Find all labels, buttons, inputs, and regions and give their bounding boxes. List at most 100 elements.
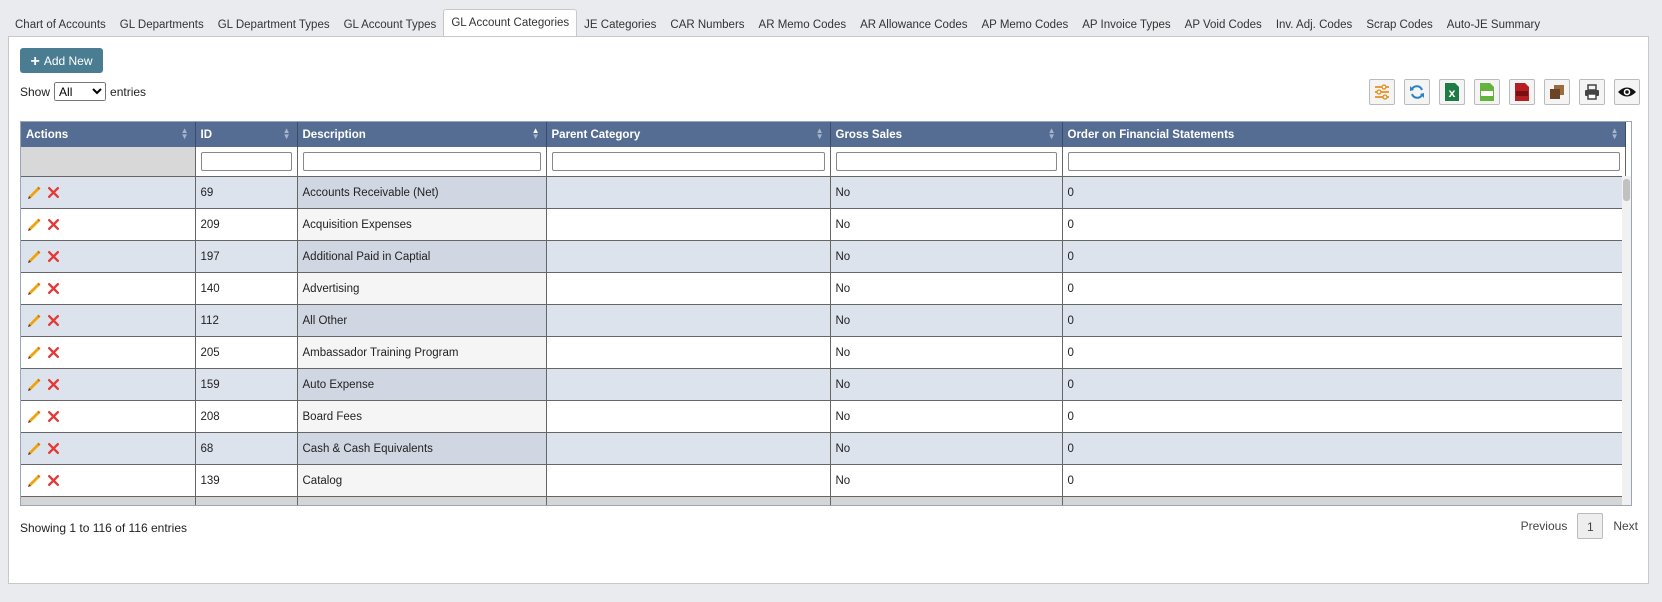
tab-chart-of-accounts[interactable]: Chart of Accounts — [8, 12, 113, 36]
gross-sales-cell: No — [830, 176, 1063, 209]
edit-pencil-icon[interactable] — [26, 441, 42, 457]
tab-inv-adj-codes[interactable]: Inv. Adj. Codes — [1269, 12, 1360, 36]
tab-ap-invoice-types[interactable]: AP Invoice Types — [1075, 12, 1177, 36]
edit-pencil-icon[interactable] — [26, 281, 42, 297]
tab-je-categories[interactable]: JE Categories — [577, 12, 663, 36]
actions-cell — [21, 176, 196, 209]
tab-bar: Chart of Accounts GL Departments GL Depart… — [8, 9, 1547, 37]
print-icon — [1585, 84, 1599, 100]
tab-scrap-codes[interactable]: Scrap Codes — [1359, 12, 1439, 36]
delete-icon[interactable] — [47, 186, 60, 199]
order-cell: 0 — [1062, 176, 1626, 209]
order-cell: 0 — [1062, 368, 1626, 401]
vertical-scrollbar[interactable] — [1622, 176, 1631, 505]
delete-icon[interactable] — [47, 250, 60, 263]
delete-icon[interactable] — [47, 218, 60, 231]
table-row: 69 Accounts Receivable (Net) No 0 — [21, 176, 1626, 209]
parent-category-cell — [546, 432, 831, 465]
table-row-partial — [21, 496, 1626, 505]
column-header-gross-sales[interactable]: Gross Sales ▲ ▼ — [830, 122, 1063, 147]
delete-icon[interactable] — [47, 474, 60, 487]
scrollbar-thumb[interactable] — [1623, 179, 1630, 201]
edit-pencil-icon[interactable] — [26, 473, 42, 489]
parent-category-cell — [546, 272, 831, 305]
tab-gl-account-categories[interactable]: GL Account Categories — [443, 9, 578, 37]
edit-pencil-icon[interactable] — [26, 185, 42, 201]
column-header-actions[interactable]: Actions ▲ ▼ — [21, 122, 196, 147]
delete-icon[interactable] — [47, 314, 60, 327]
filter-cell-order — [1062, 147, 1626, 177]
show-label: Show — [20, 84, 51, 99]
tab-ar-allowance-codes[interactable]: AR Allowance Codes — [853, 12, 974, 36]
tab-gl-account-types[interactable]: GL Account Types — [337, 12, 444, 36]
filter-id-input[interactable] — [200, 152, 292, 171]
column-header-parent-category[interactable]: Parent Category ▲ ▼ — [546, 122, 831, 147]
visibility-button[interactable] — [1614, 79, 1640, 105]
table-row: 209 Acquisition Expenses No 0 — [21, 208, 1626, 241]
filter-cell-gross-sales — [830, 147, 1063, 177]
filter-row — [21, 147, 1626, 177]
page-length-control: Show All entries — [20, 82, 146, 101]
edit-pencil-icon[interactable] — [26, 249, 42, 265]
actions-cell — [21, 336, 196, 369]
delete-icon[interactable] — [47, 282, 60, 295]
refresh-icon — [1410, 85, 1424, 99]
previous-page-button[interactable]: Previous — [1521, 519, 1568, 533]
id-cell: 140 — [195, 272, 298, 305]
filter-description-input[interactable] — [302, 152, 541, 171]
order-cell: 0 — [1062, 304, 1626, 337]
csv-export-button[interactable] — [1474, 79, 1500, 105]
edit-pencil-icon[interactable] — [26, 377, 42, 393]
filter-cell-description — [297, 147, 547, 177]
tab-gl-departments[interactable]: GL Departments — [113, 12, 211, 36]
sort-ascending-icon: ▲ ▼ — [531, 126, 540, 141]
tab-ap-memo-codes[interactable]: AP Memo Codes — [975, 12, 1076, 36]
edit-pencil-icon[interactable] — [26, 345, 42, 361]
description-cell: Auto Expense — [297, 368, 547, 401]
excel-export-button[interactable]: X — [1439, 79, 1465, 105]
sort-icon: ▲ ▼ — [815, 126, 824, 141]
edit-pencil-icon[interactable] — [26, 409, 42, 425]
page-length-select[interactable]: All — [54, 82, 107, 101]
gross-sales-cell: No — [830, 400, 1063, 433]
table-row: 68 Cash & Cash Equivalents No 0 — [21, 432, 1626, 465]
filter-order-input[interactable] — [1067, 152, 1620, 171]
delete-icon[interactable] — [47, 378, 60, 391]
parent-category-cell — [546, 368, 831, 401]
tab-ap-void-codes[interactable]: AP Void Codes — [1178, 12, 1269, 36]
delete-icon[interactable] — [47, 442, 60, 455]
delete-icon[interactable] — [47, 410, 60, 423]
tab-car-numbers[interactable]: CAR Numbers — [663, 12, 751, 36]
delete-icon[interactable] — [47, 346, 60, 359]
page-number-button[interactable]: 1 — [1577, 513, 1604, 539]
column-header-order[interactable]: Order on Financial Statements ▲ ▼ — [1062, 122, 1626, 147]
edit-pencil-icon[interactable] — [26, 313, 42, 329]
id-cell: 197 — [195, 240, 298, 273]
refresh-button[interactable] — [1404, 79, 1430, 105]
description-cell: Advertising — [297, 272, 547, 305]
edit-pencil-icon[interactable] — [26, 217, 42, 233]
pdf-export-icon — [1515, 83, 1529, 101]
print-button[interactable] — [1579, 79, 1605, 105]
column-header-id[interactable]: ID ▲ ▼ — [195, 122, 298, 147]
column-settings-button[interactable] — [1369, 79, 1395, 105]
filter-gross-sales-input[interactable] — [835, 152, 1057, 171]
visibility-icon — [1618, 87, 1636, 97]
parent-category-cell — [546, 336, 831, 369]
order-cell: 0 — [1062, 400, 1626, 433]
order-cell: 0 — [1062, 464, 1626, 497]
tab-ar-memo-codes[interactable]: AR Memo Codes — [752, 12, 854, 36]
add-new-button[interactable]: + Add New — [20, 48, 103, 73]
next-page-button[interactable]: Next — [1613, 519, 1638, 533]
id-cell: 69 — [195, 176, 298, 209]
description-cell: Cash & Cash Equivalents — [297, 432, 547, 465]
table-row: 140 Advertising No 0 — [21, 272, 1626, 305]
pdf-export-button[interactable] — [1509, 79, 1535, 105]
sort-icon: ▲ ▼ — [1610, 126, 1619, 141]
filter-parent-category-input[interactable] — [551, 152, 825, 171]
copy-button[interactable] — [1544, 79, 1570, 105]
tab-auto-je-summary[interactable]: Auto-JE Summary — [1440, 12, 1547, 36]
column-header-description[interactable]: Description ▲ ▼ — [297, 122, 547, 147]
tab-gl-department-types[interactable]: GL Department Types — [211, 12, 337, 36]
filter-cell-id — [195, 147, 298, 177]
